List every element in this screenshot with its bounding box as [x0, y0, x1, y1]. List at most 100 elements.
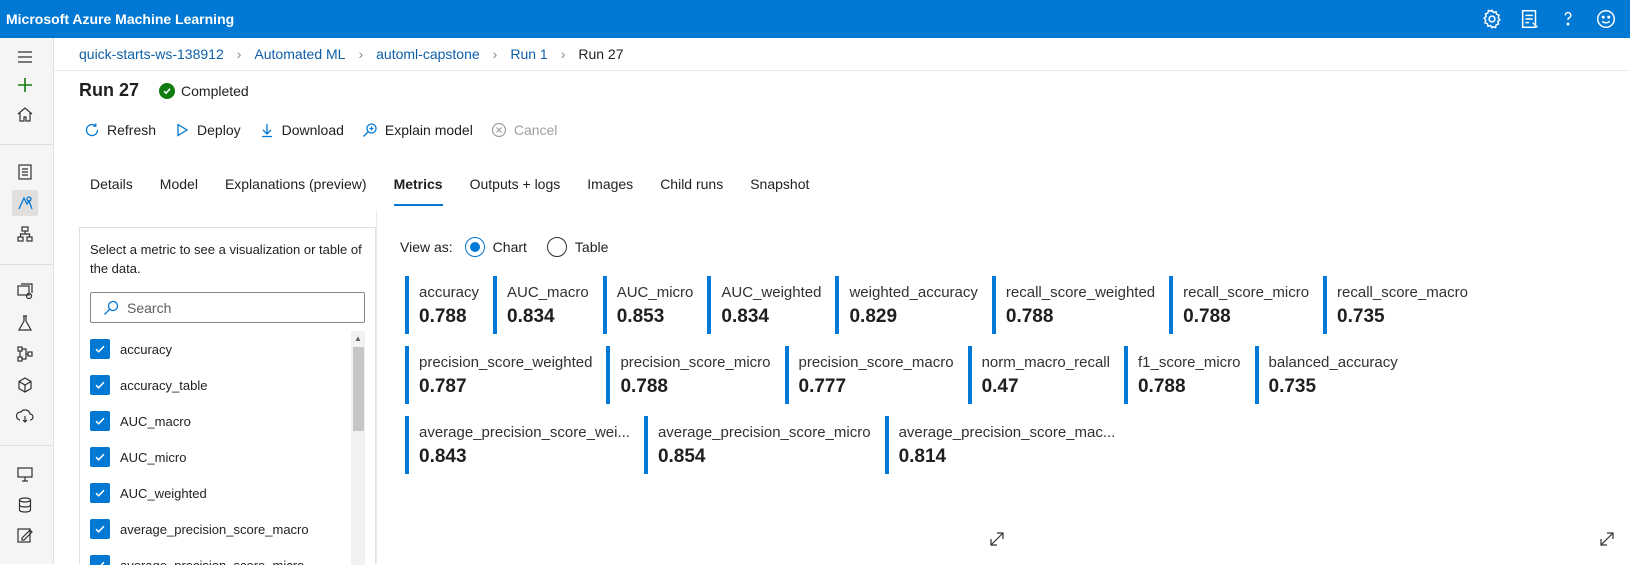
metric-card[interactable]: weighted_accuracy0.829	[835, 276, 977, 334]
smiley-icon[interactable]	[1594, 7, 1618, 31]
tab-explanations[interactable]: Explanations (preview)	[225, 176, 367, 208]
checkbox-checked-icon[interactable]	[90, 339, 110, 359]
metric-card[interactable]: AUC_weighted0.834	[707, 276, 821, 334]
pipelines-icon[interactable]	[12, 341, 38, 367]
expand-icon[interactable]	[988, 530, 1006, 548]
tab-snapshot[interactable]: Snapshot	[750, 176, 809, 208]
checkbox-checked-icon[interactable]	[90, 447, 110, 467]
scrollbar-thumb[interactable]	[353, 347, 364, 431]
metric-checkbox-item[interactable]: AUC_weighted	[90, 475, 348, 511]
home-icon[interactable]	[12, 101, 38, 127]
metric-checkbox-item[interactable]: AUC_macro	[90, 403, 348, 439]
tab-details[interactable]: Details	[90, 176, 133, 208]
metric-card[interactable]: average_precision_score_wei...0.843	[405, 416, 630, 474]
metric-panel-hint: Select a metric to see a visualization o…	[90, 240, 365, 278]
deploy-label: Deploy	[197, 122, 241, 138]
search-icon	[103, 300, 119, 316]
metric-card[interactable]: AUC_macro0.834	[493, 276, 589, 334]
metric-card[interactable]: f1_score_micro0.788	[1124, 346, 1241, 404]
view-as-toggle: View as: Chart Table	[400, 237, 608, 257]
metric-checkbox-item[interactable]: AUC_micro	[90, 439, 348, 475]
metric-value: 0.735	[1337, 306, 1468, 328]
gear-icon[interactable]	[1480, 7, 1504, 31]
checkbox-checked-icon[interactable]	[90, 411, 110, 431]
metric-item-label: AUC_weighted	[120, 486, 207, 501]
metric-name: recall_score_micro	[1183, 284, 1309, 301]
metric-checkbox-item[interactable]: accuracy_table	[90, 367, 348, 403]
experiments-icon[interactable]	[12, 310, 38, 336]
metric-card[interactable]: precision_score_micro 0.788	[606, 346, 770, 404]
metric-checkbox-item[interactable]: accuracy	[90, 331, 348, 367]
scrollbar[interactable]: ▲	[351, 331, 365, 565]
metric-value: 0.777	[799, 376, 954, 398]
metric-card[interactable]: precision_score_weighted0.787	[405, 346, 592, 404]
status-badge: Completed	[159, 83, 249, 99]
refresh-button[interactable]: Refresh	[84, 122, 156, 138]
automated-ml-icon[interactable]	[12, 190, 38, 216]
designer-icon[interactable]	[12, 221, 38, 247]
chevron-right-icon: ›	[358, 46, 363, 62]
metric-checkbox-item[interactable]: average_precision_score_macro	[90, 511, 348, 547]
data-labeling-icon[interactable]	[12, 522, 38, 548]
download-button[interactable]: Download	[259, 122, 344, 138]
explain-model-button[interactable]: Explain model	[362, 122, 473, 138]
refresh-icon	[84, 122, 100, 138]
chart-radio-label[interactable]: Chart	[493, 239, 527, 255]
metric-value: 0.788	[419, 306, 479, 328]
metric-item-label: AUC_micro	[120, 450, 186, 465]
app-title[interactable]: Microsoft Azure Machine Learning	[0, 11, 234, 27]
datasets-icon[interactable]	[12, 278, 38, 304]
plus-icon[interactable]	[12, 72, 38, 98]
checkbox-checked-icon[interactable]	[90, 375, 110, 395]
metric-item-label: average_precision_score_macro	[120, 522, 309, 537]
command-bar: Refresh Deploy Download Explain model Ca…	[84, 122, 575, 138]
hamburger-menu-icon[interactable]	[12, 44, 38, 70]
chart-radio[interactable]	[465, 237, 485, 257]
metric-card[interactable]: norm_macro_recall0.47	[968, 346, 1110, 404]
metric-checkbox-item[interactable]: average_precision_score_micro	[90, 547, 348, 565]
metric-name: recall_score_weighted	[1006, 284, 1155, 301]
cancel-icon	[491, 122, 507, 138]
tab-child-runs[interactable]: Child runs	[660, 176, 723, 208]
tab-model[interactable]: Model	[160, 176, 198, 208]
table-radio[interactable]	[547, 237, 567, 257]
help-icon[interactable]	[1556, 7, 1580, 31]
tab-metrics[interactable]: Metrics	[394, 176, 443, 208]
tab-outputs-logs[interactable]: Outputs + logs	[470, 176, 561, 208]
metric-card[interactable]: recall_score_weighted0.788	[992, 276, 1155, 334]
tab-images[interactable]: Images	[587, 176, 633, 208]
datastores-icon[interactable]	[12, 492, 38, 518]
deploy-button[interactable]: Deploy	[174, 122, 241, 138]
metric-name: precision_score_micro	[620, 354, 770, 371]
cancel-button[interactable]: Cancel	[491, 122, 558, 138]
metric-value: 0.788	[620, 376, 770, 398]
metric-card[interactable]: recall_score_micro0.788	[1169, 276, 1309, 334]
metric-name: precision_score_macro	[799, 354, 954, 371]
feedback-icon[interactable]	[1518, 7, 1542, 31]
table-radio-label[interactable]: Table	[575, 239, 608, 255]
notebook-icon[interactable]	[12, 159, 38, 185]
models-icon[interactable]	[12, 372, 38, 398]
metric-card[interactable]: average_precision_score_micro0.854	[644, 416, 871, 474]
metric-value: 0.834	[721, 306, 821, 328]
breadcrumb-automated-ml[interactable]: Automated ML	[254, 46, 345, 62]
endpoints-icon[interactable]	[12, 403, 38, 429]
metric-card[interactable]: recall_score_macro0.735	[1323, 276, 1468, 334]
checkbox-checked-icon[interactable]	[90, 519, 110, 539]
search-placeholder: Search	[127, 300, 171, 316]
checkbox-checked-icon[interactable]	[90, 483, 110, 503]
metric-card[interactable]: balanced_accuracy0.735	[1255, 346, 1398, 404]
breadcrumb-parent-run[interactable]: Run 1	[510, 46, 547, 62]
scroll-up-icon[interactable]: ▲	[354, 334, 362, 343]
breadcrumb-experiment[interactable]: automl-capstone	[376, 46, 480, 62]
compute-icon[interactable]	[12, 461, 38, 487]
metric-card[interactable]: AUC_micro0.853	[603, 276, 694, 334]
run-header: Run 27 Completed	[79, 80, 249, 101]
breadcrumb-workspace[interactable]: quick-starts-ws-138912	[79, 46, 224, 62]
metric-card[interactable]: precision_score_macro 0.777	[785, 346, 954, 404]
metric-card[interactable]: accuracy0.788	[405, 276, 479, 334]
metric-card[interactable]: average_precision_score_mac...0.814	[885, 416, 1116, 474]
search-input[interactable]: Search	[90, 292, 365, 323]
expand-icon[interactable]	[1598, 530, 1616, 548]
page-title: Run 27	[79, 80, 139, 101]
